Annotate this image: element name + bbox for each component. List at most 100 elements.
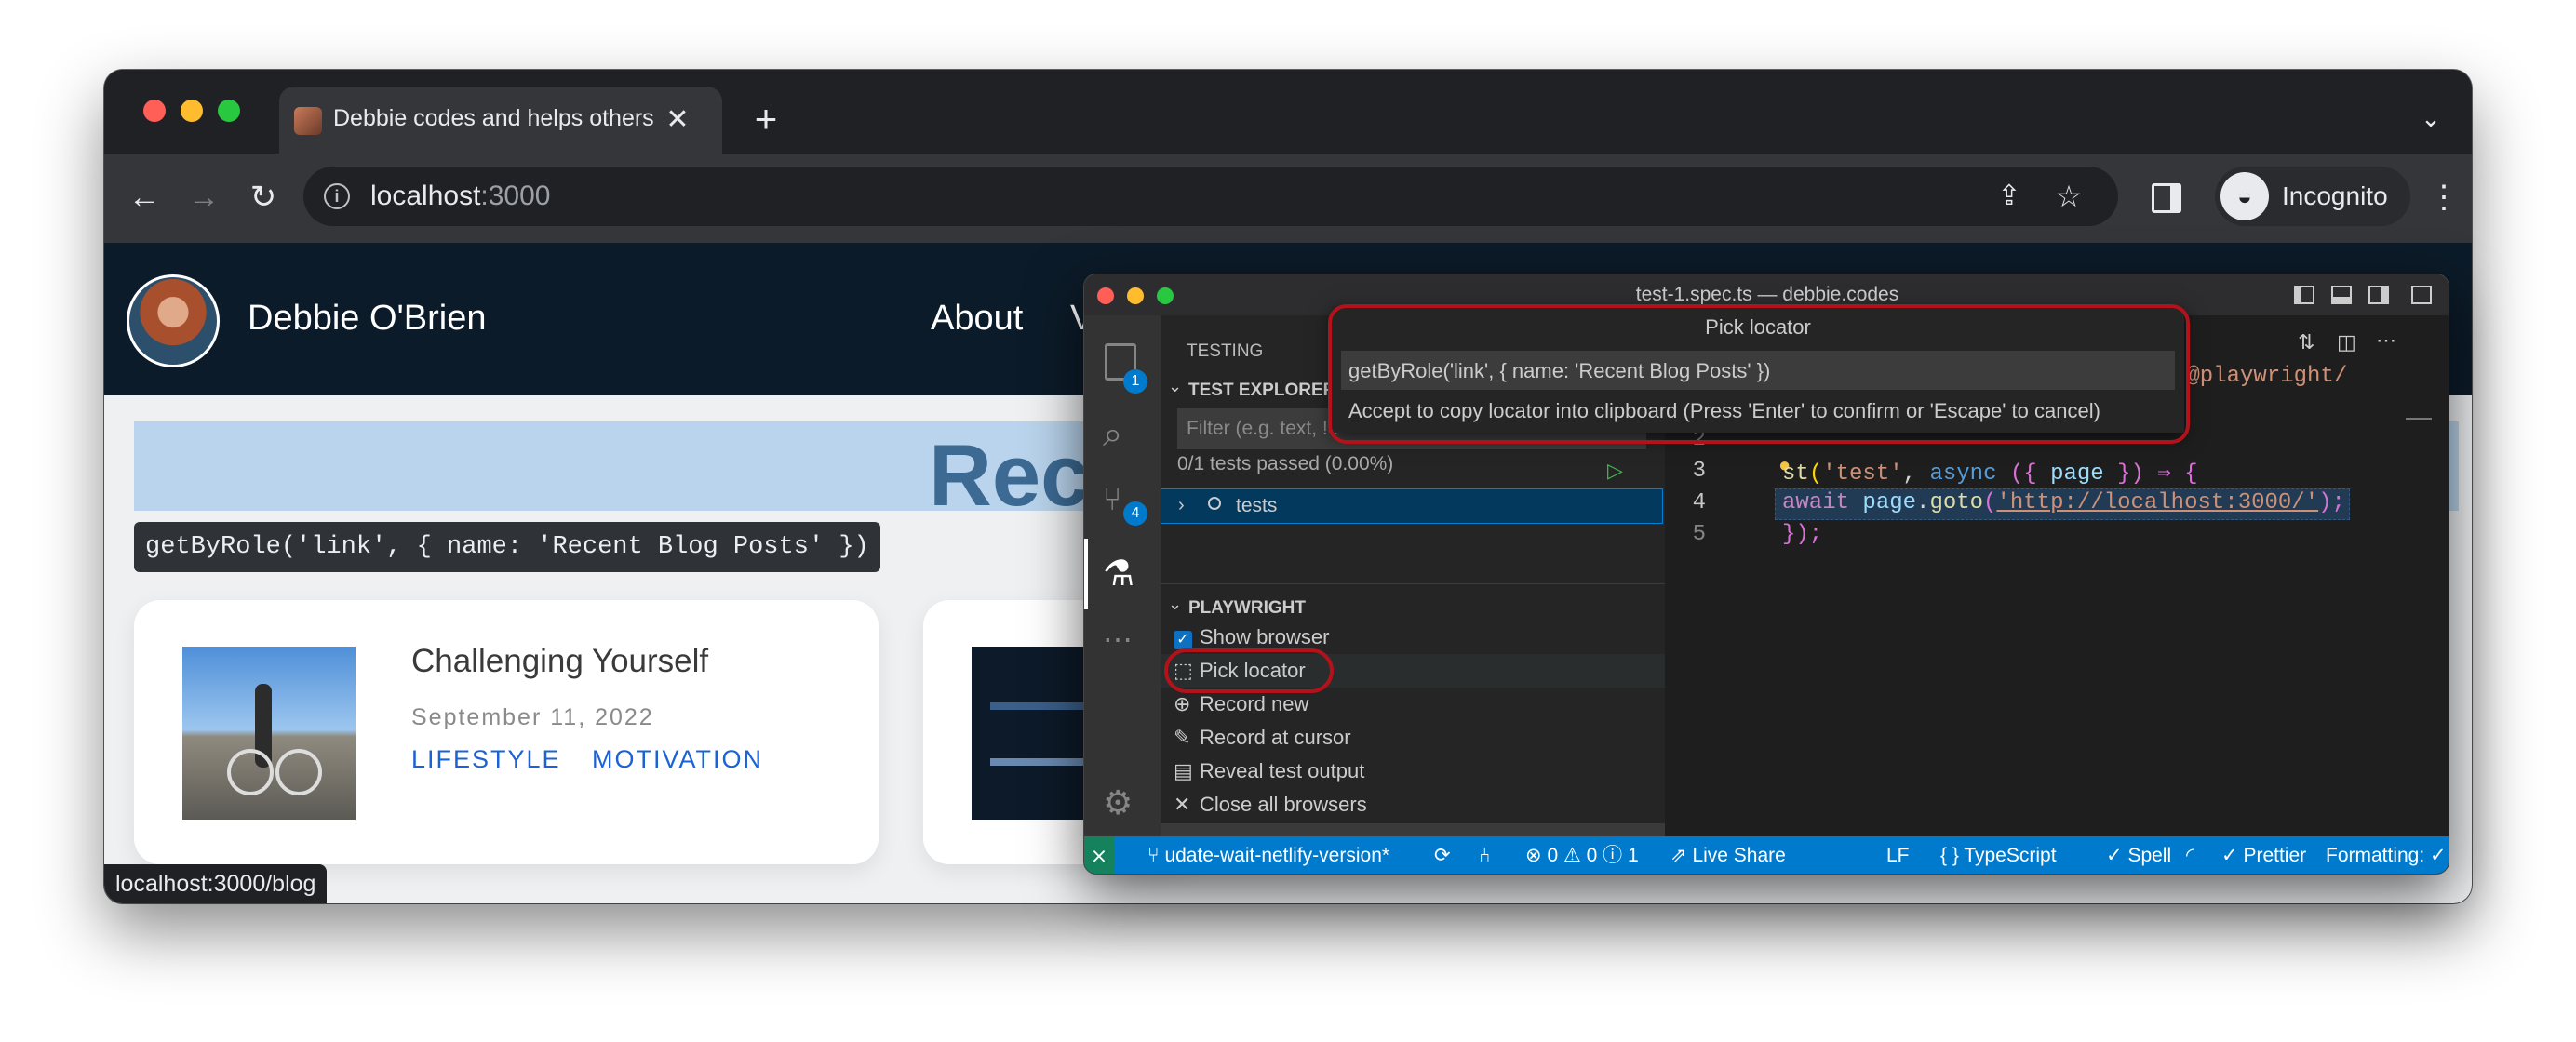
loading-spinner-icon: ◜: [2186, 845, 2194, 866]
chevron-down-icon[interactable]: ⌄: [1168, 594, 1182, 614]
branch-name: udate-wait-netlify-version*: [1164, 845, 1390, 866]
activity-bar: 1 ⌕ ⑂ 4 ⚗ ⋯ ⚙: [1084, 315, 1161, 836]
record-at-cursor-action[interactable]: ✎ Record at cursor: [1174, 721, 1351, 755]
info-count: 1: [1627, 845, 1639, 866]
side-panel-icon[interactable]: [2152, 183, 2181, 213]
incognito-profile-button[interactable]: ◒ Incognito: [2215, 167, 2410, 226]
pencil-icon: ✎: [1174, 726, 1191, 749]
testing-flask-icon[interactable]: ⚗: [1103, 554, 1140, 594]
remote-indicator[interactable]: ⨯: [1084, 836, 1114, 874]
reload-icon[interactable]: ↻: [240, 174, 287, 220]
prettier-label: Prettier: [2243, 845, 2307, 866]
warning-icon: ⚠: [1558, 845, 1587, 866]
minimize-window-button[interactable]: [181, 100, 203, 122]
browser-toolbar: ← → ↻ i localhost:3000 ⇪ ☆ ◒ Incognito ⋮: [104, 154, 2472, 243]
new-tab-button[interactable]: +: [743, 96, 789, 142]
blog-card-tag-lifestyle[interactable]: LIFESTYLE: [411, 745, 561, 774]
chevron-down-icon[interactable]: ⌄: [1168, 377, 1182, 396]
tab-search-chevron-icon[interactable]: ⌄: [2412, 100, 2449, 137]
pick-locator-highlight-ring: [1164, 648, 1334, 693]
eol-status[interactable]: LF: [1886, 836, 1910, 874]
close-window-button[interactable]: [143, 100, 166, 122]
close-all-browsers-action[interactable]: ✕ Close all browsers: [1174, 788, 1367, 822]
more-views-icon[interactable]: ⋯: [1103, 621, 1140, 658]
close-tab-icon[interactable]: ✕: [657, 100, 698, 140]
toggle-primary-sidebar-icon[interactable]: [2294, 286, 2314, 304]
status-bar: ⨯ ⑂ udate-wait-netlify-version* ⟳ ⑃ ⊗ 0 …: [1084, 836, 2449, 874]
split-editor-icon[interactable]: ◫: [2337, 330, 2356, 354]
active-indicator: [1084, 539, 1088, 609]
output-icon: ▤: [1174, 759, 1193, 782]
playwright-section-title[interactable]: PLAYWRIGHT: [1188, 598, 1306, 619]
reveal-test-output-action[interactable]: ▤ Reveal test output: [1174, 755, 1364, 788]
blog-card-tag-motivation[interactable]: MOTIVATION: [592, 745, 763, 774]
manage-gear-icon[interactable]: ⚙: [1103, 784, 1140, 822]
warning-count: 0: [1586, 845, 1598, 866]
test-tree-label: tests: [1236, 495, 1278, 516]
bookmark-star-icon[interactable]: ☆: [2046, 173, 2092, 220]
info-icon: ⓘ: [1597, 845, 1628, 866]
blog-card-date: September 11, 2022: [411, 704, 654, 730]
test-status-icon: [1208, 497, 1221, 510]
error-icon: ⊗: [1525, 845, 1548, 866]
incognito-icon: ◒: [2220, 172, 2269, 220]
sidebar-scrollbar[interactable]: [1161, 823, 1665, 836]
maximize-window-button[interactable]: [218, 100, 240, 122]
avatar[interactable]: [127, 274, 220, 367]
problems-status[interactable]: ⊗ 0 ⚠ 0 ⓘ 1: [1525, 836, 1639, 874]
language-label: TypeScript: [1964, 845, 2057, 866]
run-test-gutter-icon[interactable]: ▷: [1607, 459, 1623, 483]
check-icon: ✓: [2106, 845, 2128, 866]
close-all-browsers-label: Close all browsers: [1200, 793, 1367, 816]
vscode-window-title: test-1.spec.ts — debbie.codes: [1635, 284, 1899, 305]
close-icon: ✕: [1174, 793, 1191, 816]
blog-card-title[interactable]: Challenging Yourself: [411, 643, 708, 680]
address-bar[interactable]: i localhost:3000 ⇪ ☆: [303, 167, 2118, 226]
forward-arrow-icon[interactable]: →: [181, 174, 227, 220]
sync-icon[interactable]: ⟳: [1434, 836, 1451, 874]
url-port: :3000: [480, 180, 551, 211]
section-divider: [1161, 583, 1665, 584]
record-at-cursor-label: Record at cursor: [1200, 726, 1351, 749]
spell-status[interactable]: ✓ Spell: [2106, 836, 2171, 874]
browser-tab[interactable]: Debbie codes and helps others ✕: [279, 87, 722, 154]
live-share-status[interactable]: ⇗ Live Share: [1670, 836, 1786, 874]
url-text[interactable]: localhost:3000: [370, 180, 550, 212]
tests-passed-summary: 0/1 tests passed (0.00%): [1177, 453, 1394, 474]
test-tree-item[interactable]: › tests: [1161, 488, 1663, 524]
search-icon[interactable]: ⌕: [1103, 416, 1140, 453]
bike-wheel-back: [227, 749, 274, 795]
live-share-label: Live Share: [1692, 845, 1786, 866]
editor-more-icon[interactable]: ⋯: [2376, 328, 2396, 353]
braces-icon: { }: [1940, 845, 1965, 866]
explorer-badge: 1: [1123, 369, 1147, 394]
code-line-5[interactable]: });: [1782, 522, 1822, 547]
toggle-secondary-sidebar-icon[interactable]: [2368, 286, 2389, 304]
site-name[interactable]: Debbie O'Brien: [248, 299, 487, 339]
formatting-status[interactable]: Formatting: ✓: [2326, 836, 2447, 874]
blog-card[interactable]: Challenging Yourself September 11, 2022 …: [134, 600, 879, 864]
code-line-3[interactable]: st('test', async ({ page }) ⇒ {: [1782, 459, 2198, 487]
line-number-5: 5: [1692, 522, 1706, 547]
back-arrow-icon[interactable]: ←: [121, 174, 168, 220]
test-explorer-title[interactable]: TEST EXPLORER: [1188, 381, 1335, 401]
share-icon[interactable]: ⇪: [1986, 173, 2033, 220]
language-status[interactable]: { } TypeScript: [1940, 836, 2057, 874]
double-check-icon: ✓: [2221, 845, 2244, 866]
record-icon: ⊕: [1174, 692, 1191, 715]
code-line-4[interactable]: await page.goto('http://localhost:3000/'…: [1782, 490, 2345, 515]
branch-status[interactable]: ⑂ udate-wait-netlify-version*: [1147, 836, 1390, 874]
prettier-status[interactable]: ✓ Prettier: [2221, 836, 2307, 874]
section-heading[interactable]: Rec: [929, 425, 1089, 526]
customize-layout-icon[interactable]: [2411, 286, 2432, 304]
run-tests-icon[interactable]: ⇅: [2298, 330, 2314, 354]
import-string: '@playwright/: [2173, 364, 2348, 389]
record-new-action[interactable]: ⊕ Record new: [1174, 688, 1308, 721]
more-menu-icon[interactable]: ⋮: [2425, 174, 2462, 220]
site-info-icon[interactable]: i: [324, 183, 350, 209]
publish-icon[interactable]: ⑃: [1479, 836, 1491, 874]
quick-pick-highlight-ring: [1328, 304, 2190, 444]
branch-icon: ⑂: [1147, 845, 1165, 866]
nav-about[interactable]: About: [931, 299, 1023, 339]
toggle-panel-icon[interactable]: [2331, 286, 2352, 304]
